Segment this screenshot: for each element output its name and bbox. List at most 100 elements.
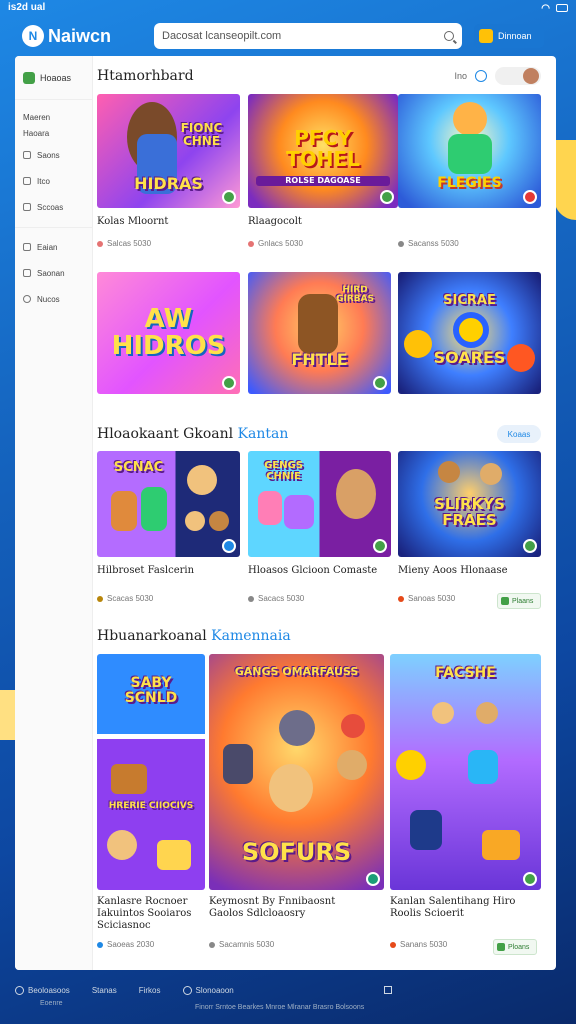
user-icon xyxy=(479,29,493,43)
game-art-title: FACSHE xyxy=(435,665,496,681)
play-button[interactable]: Ploans xyxy=(493,939,537,955)
status-badge xyxy=(222,190,236,204)
rating-dot xyxy=(248,240,254,247)
footer-link[interactable]: Beoloasoos xyxy=(15,986,70,995)
refresh-icon[interactable] xyxy=(475,70,487,82)
rating-dot xyxy=(248,595,254,602)
app-name: Naiwcn xyxy=(48,25,112,46)
game-title: Kanlan Salentihang Hiro Roolis Scioerit xyxy=(390,896,516,919)
game-art-subtitle: HRERIE CIIOCIVS xyxy=(108,801,194,811)
game-card[interactable]: GENGS CHNIE Hloasos Glcioon Comaste Saca… xyxy=(248,451,391,611)
play-button[interactable]: Plaans xyxy=(497,593,541,609)
game-art-subtitle: GANGS OMARFAUSS xyxy=(234,665,359,678)
section-header: Htamorhbard Ino xyxy=(97,64,541,88)
sidebar-item-label: Nucos xyxy=(37,294,60,304)
circle-icon xyxy=(15,986,24,995)
status-badge xyxy=(222,539,236,553)
sidebar-item[interactable]: Eaian xyxy=(15,234,92,260)
section-title: Htamorhbard xyxy=(97,68,194,84)
game-meta: Sanans 5030 xyxy=(390,940,447,949)
sidebar-item-label: Saons xyxy=(37,150,60,160)
game-card[interactable]: SABY SCNLD HRERIE CIIOCIVS Kanlasre Rocn… xyxy=(97,654,205,954)
footer-subtext: Eoenre xyxy=(40,1000,63,1007)
footer-copyright: Finorr Srntoe Bearkes Mnroe Mlranar Bras… xyxy=(195,1004,365,1011)
game-title: Hloasos Glcioon Comaste xyxy=(248,565,378,576)
profile-toggle[interactable] xyxy=(495,67,541,85)
sidebar-item[interactable]: Nucos xyxy=(15,286,92,312)
game-meta: Salcas 5030 xyxy=(97,239,151,248)
game-art-title: AW HIDROS xyxy=(111,304,226,362)
footer-link[interactable]: Slonoaoon xyxy=(182,986,234,995)
see-all-button[interactable]: Koaas xyxy=(497,425,541,443)
circle-icon xyxy=(23,295,31,303)
content-panel: Hoaoas Maeren Haoara Saons Itco Sccoas E… xyxy=(15,56,556,970)
sidebar-item-label: Hoaoas xyxy=(40,72,72,83)
section-header: Hbuanarkoanal Kamennaia xyxy=(97,624,541,648)
top-bar: N Naiwcn Dacosat lcanseopilt.com Dinnoan xyxy=(0,16,576,56)
sidebar-section-label: Haoara xyxy=(23,129,50,138)
rating-dot xyxy=(398,595,404,602)
game-meta: Gnlacs 5030 xyxy=(248,239,303,248)
game-art-title: SOFURS xyxy=(241,838,352,866)
game-thumbnail: SICRAE SOARES xyxy=(398,272,541,394)
list-icon xyxy=(23,177,31,185)
game-thumbnail: GANGS OMARFAUSS SOFURS xyxy=(209,654,384,890)
sidebar-item[interactable]: Saonan xyxy=(15,260,92,286)
game-art-title: PFCY TOHEL xyxy=(286,126,360,171)
status-bar: is2d ual ◠ xyxy=(0,0,576,16)
game-card[interactable]: SCNAC Hilbroset Faslcerin Scacas 5030 xyxy=(97,451,240,611)
game-thumbnail: HIRD GIRBAS FHTLE xyxy=(248,272,391,394)
status-badge xyxy=(373,376,387,390)
game-card[interactable]: GANGS OMARFAUSS SOFURS Keymosnt By Fnnib… xyxy=(209,654,384,954)
game-card[interactable]: PFCY TOHEL ROLSE DAGOASE Rlaagocolt Gnla… xyxy=(248,94,398,254)
account-button[interactable]: Dinnoan xyxy=(474,24,544,48)
game-title: Hilbroset Faslcerin xyxy=(97,565,195,576)
game-card[interactable]: FLEGIES Sacanss 5030 xyxy=(398,94,541,254)
sidebar-section-label: Maeren xyxy=(23,113,51,122)
sidebar-item[interactable]: Saons xyxy=(15,142,92,168)
home-icon xyxy=(23,71,35,84)
status-badge xyxy=(523,190,537,204)
sidebar-item[interactable]: Sccoas xyxy=(15,194,92,220)
game-card[interactable]: AW HIDROS xyxy=(97,272,240,394)
settings-icon[interactable] xyxy=(384,986,392,994)
battery-icon xyxy=(556,4,568,12)
game-thumbnail: PFCY TOHEL ROLSE DAGOASE xyxy=(248,94,398,208)
footer-link[interactable]: Stanas xyxy=(92,986,117,995)
section-tool-label[interactable]: Ino xyxy=(454,71,467,81)
sidebar-item-home[interactable]: Hoaoas xyxy=(15,56,92,100)
game-card[interactable]: FIONC CHNE HIDRAS Kolas Mloornt Salcas 5… xyxy=(97,94,240,254)
game-art-title: SOARES xyxy=(433,348,506,367)
rating-dot xyxy=(398,240,404,247)
section-title: Hloaokaant Gkoanl Kantan xyxy=(97,426,289,442)
rating-dot xyxy=(97,941,103,948)
status-badge xyxy=(222,376,236,390)
status-badge xyxy=(523,539,537,553)
game-thumbnail: FACSHE xyxy=(390,654,541,890)
section-header: Hloaokaant Gkoanl Kantan Koaas xyxy=(97,422,541,446)
game-thumbnail: FLEGIES xyxy=(398,94,541,208)
app-logo[interactable]: N Naiwcn xyxy=(22,25,152,47)
game-art-title: GENGS CHNIE xyxy=(264,460,303,482)
game-art-title: FLEGIES xyxy=(437,175,502,191)
game-card[interactable]: HIRD GIRBAS FHTLE xyxy=(248,272,391,394)
sidebar-item[interactable]: Itco xyxy=(15,168,92,194)
rating-dot xyxy=(209,941,215,948)
search-icon[interactable] xyxy=(444,31,454,41)
game-card[interactable]: SLIRKYS FRAES Mieny Aoos Hlonaase Sanoas… xyxy=(398,451,541,611)
logo-icon: N xyxy=(22,25,44,47)
section-title: Hbuanarkoanal Kamennaia xyxy=(97,628,291,644)
footer-link[interactable]: Firkos xyxy=(139,986,161,995)
game-meta: Scacas 5030 xyxy=(97,594,153,603)
game-card[interactable]: SICRAE SOARES xyxy=(398,272,541,394)
rating-dot xyxy=(97,595,103,602)
status-badge xyxy=(380,190,394,204)
game-art-subtitle: HIRD GIRBAS xyxy=(336,285,374,305)
game-meta: Sacacs 5030 xyxy=(248,594,304,603)
game-art-title: FHTLE xyxy=(291,350,348,369)
search-input[interactable]: Dacosat lcanseopilt.com xyxy=(154,23,462,49)
background-decoration xyxy=(554,140,576,220)
game-meta: Sacanss 5030 xyxy=(398,239,459,248)
game-card[interactable]: FACSHE Kanlan Salentihang Hiro Roolis Sc… xyxy=(390,654,541,955)
game-thumbnail: AW HIDROS xyxy=(97,272,240,394)
